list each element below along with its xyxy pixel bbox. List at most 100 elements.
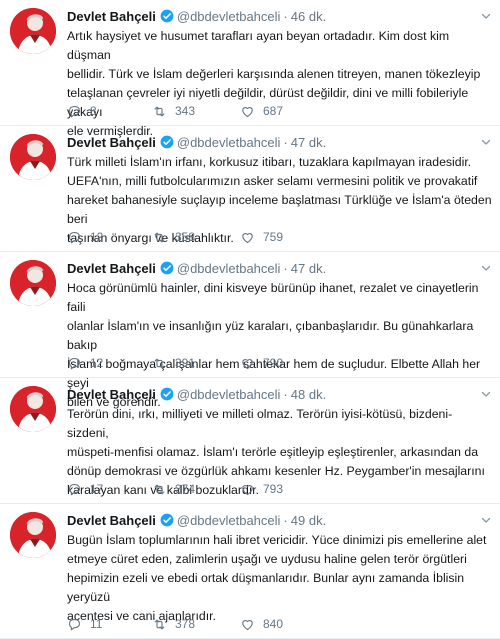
reply-button[interactable]: 17 [67,482,152,497]
like-button[interactable]: 687 [240,104,320,119]
tweet-timestamp[interactable]: 49 dk. [291,513,326,528]
tweet-timestamp[interactable]: 47 dk. [291,261,326,276]
author-name[interactable]: Devlet Bahçeli [67,513,156,528]
like-count: 687 [263,104,284,118]
reply-count: 12 [90,356,104,370]
tweet-text-line: UEFA'nın, milli futbolcularımızın asker … [67,174,478,188]
tweet-text: Artık haysiyet ve husumet tarafları ayan… [67,27,492,141]
tweet-actions: 12 358 759 [67,229,320,245]
avatar[interactable] [10,260,56,306]
tweet-header: Devlet Bahçeli @dbdevletbahceli · 46 dk. [67,7,492,25]
verified-badge-icon [160,261,174,275]
chevron-down-icon[interactable] [480,136,492,148]
tweet-text-line: Terörün dini, ırkı, milliyeti ve milleti… [67,407,453,440]
retweet-count: 358 [175,230,196,244]
chevron-down-icon[interactable] [480,514,492,526]
like-icon [240,356,263,371]
retweet-button[interactable]: 374 [152,482,240,497]
separator-dot: · [283,8,288,24]
verified-badge-icon [160,387,174,401]
like-button[interactable]: 840 [240,617,320,632]
reply-count: 17 [90,482,104,496]
tweet-actions: 11 378 840 [67,616,320,632]
like-count: 759 [263,230,284,244]
author-handle[interactable]: @dbdevletbahceli [177,135,281,150]
retweet-icon [152,104,175,119]
tweet-text-line: Artık haysiyet ve husumet tarafları ayan… [67,29,450,62]
reply-button[interactable]: 12 [67,230,152,245]
like-button[interactable]: 759 [240,230,320,245]
author-handle[interactable]: @dbdevletbahceli [177,261,281,276]
reply-icon [67,230,90,245]
tweet[interactable]: Devlet Bahçeli @dbdevletbahceli · 48 dk. Ter… [0,378,500,504]
author-name[interactable]: Devlet Bahçeli [67,387,156,402]
tweet[interactable]: Devlet Bahçeli @dbdevletbahceli · 49 dk. Bug… [0,504,500,639]
like-count: 790 [263,356,284,370]
tweet-text-line: bellidir. Türk ve İslam değerleri karşıs… [67,67,481,81]
tweet-timestamp[interactable]: 46 dk. [291,9,326,24]
like-count: 840 [263,617,284,631]
chevron-down-icon[interactable] [480,262,492,274]
chevron-down-icon[interactable] [480,10,492,22]
tweet-content: Devlet Bahçeli @dbdevletbahceli · 46 dk. Art… [67,7,492,141]
like-count: 793 [263,482,284,496]
author-handle[interactable]: @dbdevletbahceli [177,513,281,528]
tweet[interactable]: Devlet Bahçeli @dbdevletbahceli · 46 dk. Art… [0,0,500,138]
tweet-header: Devlet Bahçeli @dbdevletbahceli · 47 dk. [67,133,492,151]
retweet-count: 374 [175,482,196,496]
verified-badge-icon [160,513,174,527]
like-button[interactable]: 790 [240,356,320,371]
retweet-button[interactable]: 391 [152,356,240,371]
separator-dot: · [283,134,288,150]
author-handle[interactable]: @dbdevletbahceli [177,387,281,402]
tweet-timestamp[interactable]: 47 dk. [291,135,326,150]
reply-count: 8 [90,104,97,118]
avatar[interactable] [10,8,56,54]
author-name[interactable]: Devlet Bahçeli [67,135,156,150]
retweet-button[interactable]: 343 [152,104,240,119]
tweet-feed: Devlet Bahçeli @dbdevletbahceli · 46 dk. Art… [0,0,500,639]
retweet-button[interactable]: 358 [152,230,240,245]
retweet-icon [152,617,175,632]
avatar[interactable] [10,512,56,558]
avatar[interactable] [10,134,56,180]
author-name[interactable]: Devlet Bahçeli [67,9,156,24]
author-handle[interactable]: @dbdevletbahceli [177,9,281,24]
tweet[interactable]: Devlet Bahçeli @dbdevletbahceli · 47 dk. Tür… [0,126,500,252]
retweet-count: 343 [175,104,196,118]
tweet-text-line: müspeti-menfisi olamaz. İslam'ı terörle … [67,445,479,459]
retweet-button[interactable]: 378 [152,617,240,632]
tweet-content: Devlet Bahçeli @dbdevletbahceli · 49 dk. Bug… [67,511,492,626]
avatar[interactable] [10,386,56,432]
reply-icon [67,104,90,119]
tweet[interactable]: Devlet Bahçeli @dbdevletbahceli · 47 dk. Hoc… [0,252,500,409]
tweet-header: Devlet Bahçeli @dbdevletbahceli · 47 dk. [67,259,492,277]
retweet-icon [152,482,175,497]
separator-dot: · [283,386,288,402]
retweet-icon [152,230,175,245]
reply-button[interactable]: 8 [67,104,152,119]
tweet-text-line: Türk milleti İslam'ın irfanı, korkusuz i… [67,155,472,169]
like-icon [240,617,263,632]
like-icon [240,104,263,119]
chevron-down-icon[interactable] [480,388,492,400]
tweet-text-line: etmeye cüret eden, zalimlerin uşağı ve u… [67,552,467,566]
tweet-text: Bugün İslam toplumlarının hali ibret ver… [67,531,492,626]
like-button[interactable]: 793 [240,482,320,497]
separator-dot: · [283,512,288,528]
verified-badge-icon [160,135,174,149]
tweet-text-line: olanlar İslam'ın ve insanlığın yüz karal… [67,319,474,352]
retweet-icon [152,356,175,371]
tweet-text-line: Hoca görünümlü hainler, dini kisveye bür… [67,281,479,314]
reply-icon [67,356,90,371]
tweet-timestamp[interactable]: 48 dk. [291,387,326,402]
tweet-header: Devlet Bahçeli @dbdevletbahceli · 49 dk. [67,511,492,529]
like-icon [240,482,263,497]
author-name[interactable]: Devlet Bahçeli [67,261,156,276]
reply-button[interactable]: 12 [67,356,152,371]
retweet-count: 378 [175,617,196,631]
tweet-actions: 12 391 790 [67,355,320,371]
reply-button[interactable]: 11 [67,617,152,632]
reply-count: 12 [90,230,104,244]
tweet-text-line: hepimizin ezeli ve ebedi ortak düşmanlar… [67,571,465,604]
